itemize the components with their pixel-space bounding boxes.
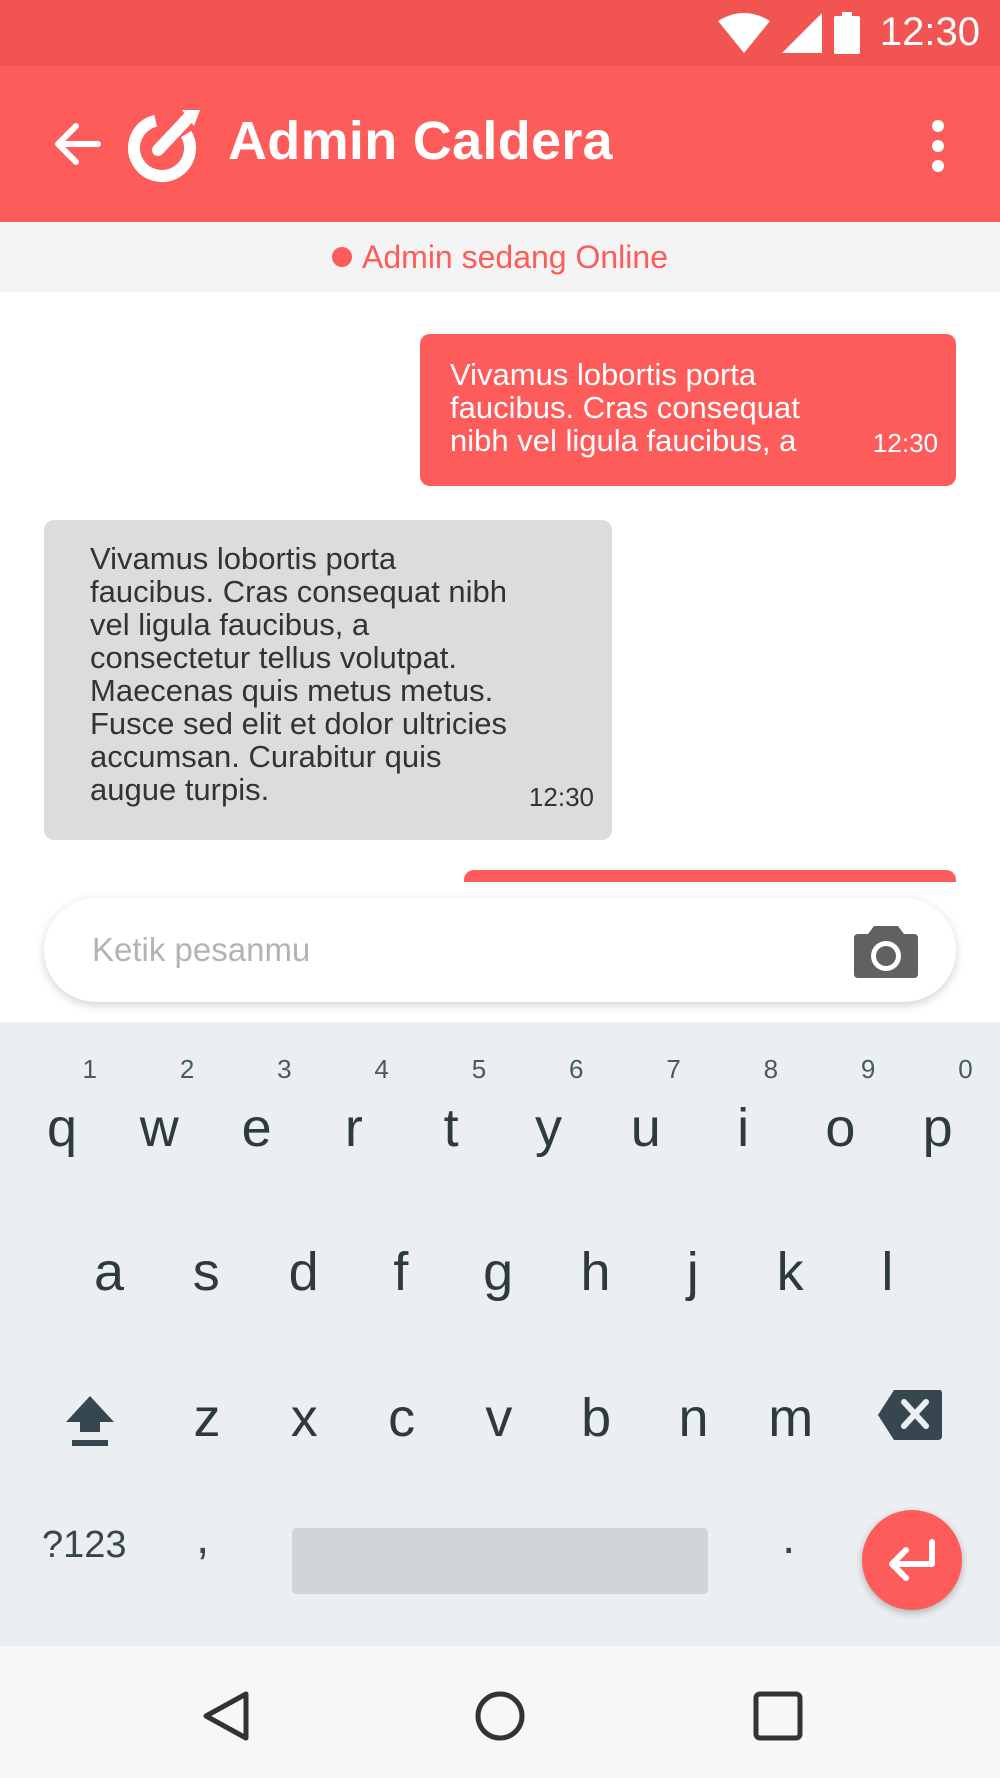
key-hint: 2 [179, 1054, 195, 1084]
message-text: Vivamus lobortis porta faucibus. Cras co… [90, 541, 508, 807]
status-icons [718, 12, 860, 54]
online-status: Admin sedang Online [0, 222, 1000, 292]
system-nav-bar [0, 1646, 1000, 1778]
key-label: c [388, 1388, 416, 1448]
chat-thread[interactable]: Vivamus lobortis porta faucibus. Cras co… [0, 292, 1000, 882]
key-u[interactable]: u7 [601, 1056, 691, 1178]
key-hint: 3 [277, 1054, 292, 1084]
symbols-key[interactable]: ?123 [42, 1524, 127, 1567]
key-r[interactable]: r4 [309, 1056, 399, 1178]
key-label: i [737, 1098, 750, 1158]
status-bar: 12:30 [0, 0, 1000, 66]
key-label: z [193, 1388, 221, 1448]
key-o[interactable]: o9 [795, 1056, 885, 1178]
key-h[interactable]: h [551, 1222, 641, 1322]
wifi-icon [718, 13, 770, 53]
key-d[interactable]: d [259, 1222, 349, 1322]
key-l[interactable]: l [842, 1222, 932, 1322]
message-time: 12:30 [872, 428, 938, 458]
key-f[interactable]: f [356, 1222, 446, 1322]
key-hint: 8 [763, 1054, 779, 1084]
key-s[interactable]: s [161, 1222, 251, 1322]
recents-square-icon[interactable] [750, 1688, 806, 1744]
key-z[interactable]: z [162, 1368, 252, 1468]
enter-key[interactable] [862, 1510, 962, 1610]
key-hint: 7 [666, 1054, 681, 1084]
shift-icon[interactable] [62, 1392, 118, 1448]
message-time: 12:30 [528, 782, 594, 812]
outgoing-message-bubble-partial[interactable] [464, 870, 956, 882]
key-hint: 9 [860, 1054, 876, 1084]
key-e[interactable]: e3 [212, 1056, 302, 1178]
key-label: p [922, 1098, 953, 1158]
key-label: s [192, 1242, 220, 1302]
key-i[interactable]: i8 [698, 1056, 788, 1178]
key-hint: 0 [958, 1054, 973, 1084]
key-t[interactable]: t5 [406, 1056, 496, 1178]
key-k[interactable]: k [745, 1222, 835, 1322]
caldera-logo-icon [128, 110, 200, 182]
key-w[interactable]: w2 [114, 1056, 204, 1178]
online-dot [332, 247, 353, 267]
key-label: w [139, 1098, 179, 1158]
camera-icon[interactable] [852, 920, 920, 980]
enter-icon [889, 1539, 935, 1581]
outgoing-message-bubble[interactable]: Vivamus lobortis porta faucibus. Cras co… [420, 334, 956, 486]
key-b[interactable]: b [551, 1368, 641, 1468]
key-label: j [686, 1242, 699, 1302]
key-label: e [241, 1098, 272, 1158]
key-label: x [290, 1388, 318, 1448]
backspace-icon[interactable] [876, 1388, 944, 1442]
key-label: b [581, 1388, 612, 1448]
back-triangle-icon[interactable] [198, 1688, 254, 1744]
key-label: u [630, 1098, 661, 1158]
key-label: t [443, 1098, 459, 1158]
key-label: f [393, 1242, 409, 1302]
battery-icon [834, 12, 860, 54]
message-input[interactable] [92, 920, 832, 980]
period-key[interactable]: . [782, 1510, 795, 1565]
app-bar: Admin Caldera [0, 66, 1000, 222]
key-label: h [580, 1242, 611, 1302]
space-key[interactable] [292, 1528, 708, 1594]
key-y[interactable]: y6 [504, 1056, 594, 1178]
key-label: q [46, 1098, 78, 1158]
key-p[interactable]: p0 [893, 1056, 983, 1178]
key-hint: 1 [82, 1054, 97, 1084]
key-hint: 6 [569, 1054, 584, 1084]
key-label: d [288, 1242, 319, 1302]
status-time: 12:30 [879, 10, 980, 54]
page-title: Admin Caldera [228, 111, 613, 171]
key-label: v [485, 1388, 513, 1448]
key-j[interactable]: j [648, 1222, 738, 1322]
key-m[interactable]: m [746, 1368, 836, 1468]
arrow-left-icon[interactable] [50, 116, 106, 172]
key-n[interactable]: n [649, 1368, 739, 1468]
key-label: y [535, 1098, 562, 1158]
key-q[interactable]: q1 [17, 1056, 107, 1178]
key-hint: 4 [374, 1054, 389, 1084]
key-label: k [776, 1242, 804, 1302]
key-a[interactable]: a [64, 1222, 154, 1322]
more-vert-icon[interactable] [918, 118, 958, 174]
incoming-message-bubble[interactable]: Vivamus lobortis porta faucibus. Cras co… [44, 520, 612, 840]
key-g[interactable]: g [453, 1222, 543, 1322]
key-label: l [881, 1242, 894, 1302]
signal-icon [782, 13, 822, 53]
key-label: n [678, 1388, 709, 1448]
home-circle-icon[interactable] [472, 1688, 528, 1744]
key-hint: 5 [471, 1054, 487, 1084]
key-label: m [768, 1388, 814, 1448]
online-status-label: Admin sedang Online [362, 238, 668, 275]
message-composer [44, 898, 956, 1002]
key-c[interactable]: c [357, 1368, 447, 1468]
key-label: g [483, 1242, 514, 1302]
message-text: Vivamus lobortis porta faucibus. Cras co… [450, 357, 800, 458]
key-label: r [344, 1098, 363, 1158]
comma-key[interactable]: , [196, 1510, 209, 1565]
key-label: a [93, 1242, 125, 1302]
key-x[interactable]: x [259, 1368, 349, 1468]
key-label: o [825, 1098, 856, 1158]
key-v[interactable]: v [454, 1368, 544, 1468]
